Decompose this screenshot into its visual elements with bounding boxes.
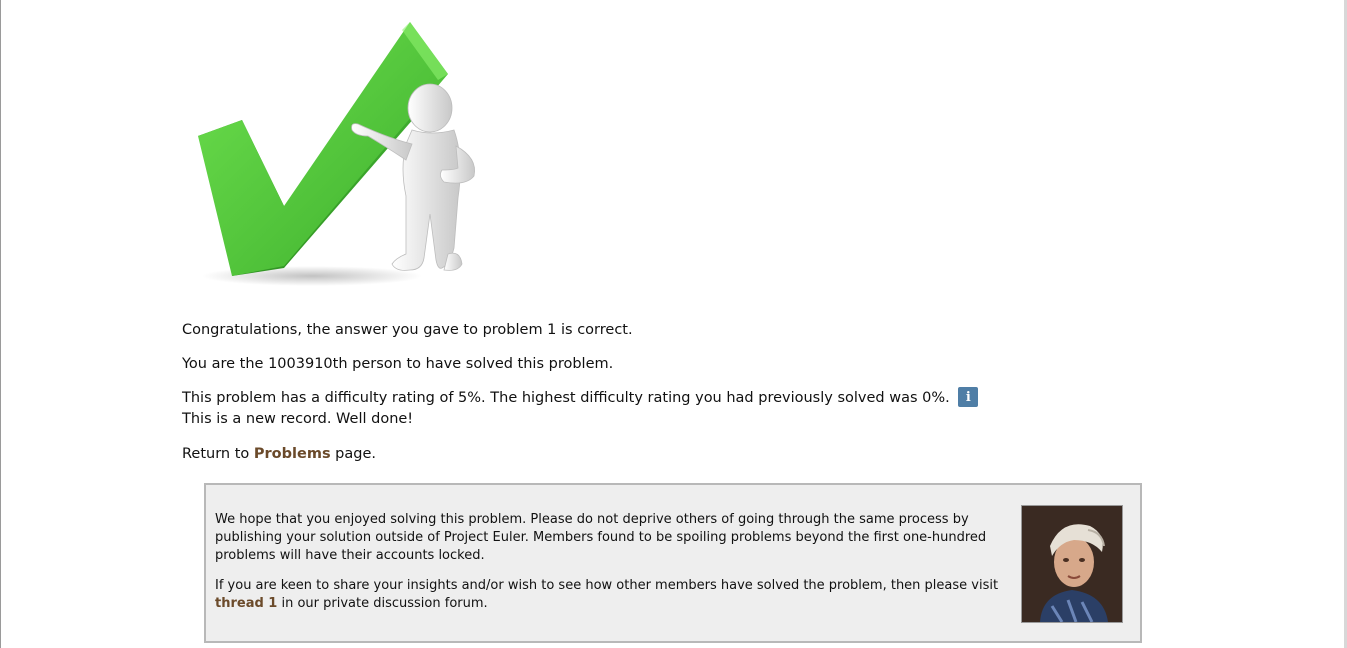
return-message: Return to Problems page.	[182, 444, 1162, 465]
thread-link[interactable]: thread 1	[215, 596, 277, 611]
solver-position-message: You are the 1003910th person to have sol…	[182, 356, 614, 372]
spoiler-notice-box: We hope that you enjoyed solving this pr…	[204, 483, 1142, 643]
info-icon[interactable]: i	[958, 387, 979, 407]
result-content: Congratulations, the answer you gave to …	[182, 320, 1162, 478]
problems-link[interactable]: Problems	[254, 446, 331, 462]
record-text: This is a new record. Well done!	[182, 411, 414, 427]
return-prefix: Return to	[182, 446, 254, 462]
correct-checkmark-illustration	[198, 22, 475, 286]
return-suffix: page.	[330, 446, 377, 462]
notice-paragraph-2-prefix: If you are keen to share your insights a…	[215, 578, 999, 593]
notice-paragraph-2: If you are keen to share your insights a…	[215, 577, 1005, 613]
notice-paragraph-2-suffix: in our private discussion forum.	[277, 596, 488, 611]
notice-paragraph-1: We hope that you enjoyed solving this pr…	[215, 512, 987, 563]
difficulty-text: This problem has a difficulty rating of …	[182, 390, 950, 406]
difficulty-message: This problem has a difficulty rating of …	[182, 387, 1162, 430]
euler-portrait	[1021, 505, 1123, 623]
congrats-message: Congratulations, the answer you gave to …	[182, 322, 633, 338]
notice-text: We hope that you enjoyed solving this pr…	[215, 511, 1005, 625]
